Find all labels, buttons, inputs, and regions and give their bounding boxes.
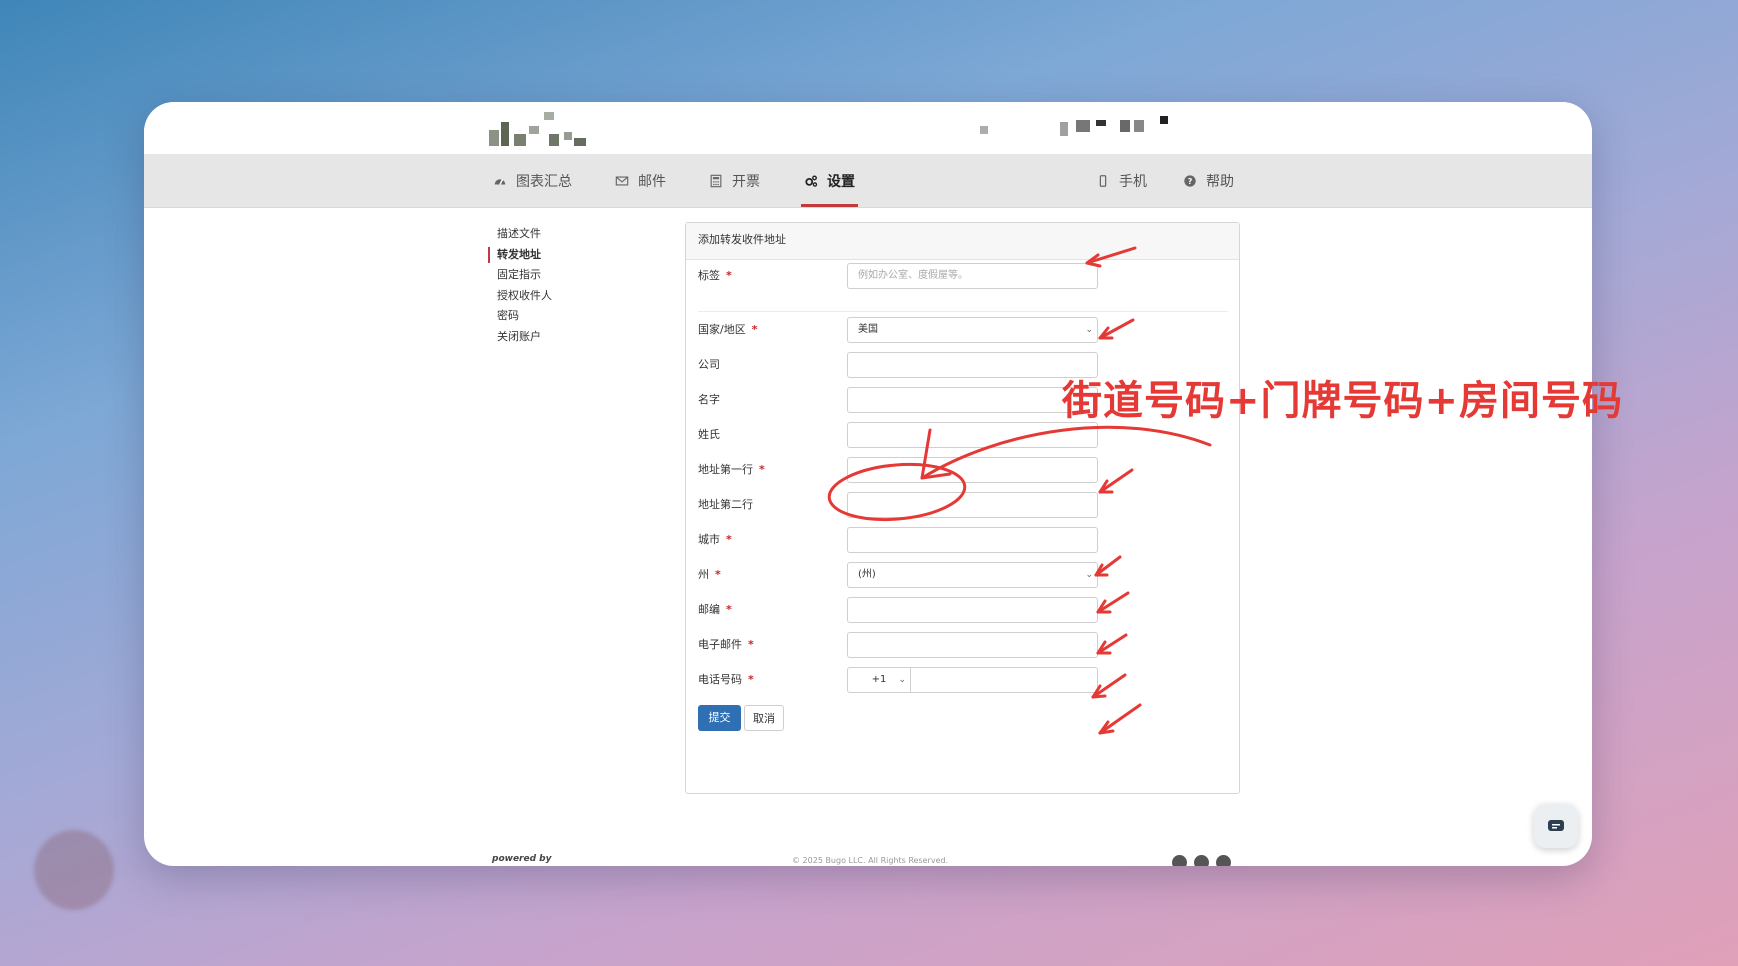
avatar — [34, 830, 114, 910]
field-label: 国家/地区 * — [698, 323, 758, 336]
sidebar-item-authorized-recipients[interactable]: 授权收件人 — [488, 286, 552, 307]
sidebar-item-standing-instructions[interactable]: 固定指示 — [488, 265, 552, 286]
address-line2-input[interactable] — [847, 492, 1098, 518]
form-row-city: 城市 * — [698, 527, 1228, 553]
nav-help[interactable]: ? 帮助 — [1183, 154, 1234, 207]
powered-by: powered by — [492, 854, 552, 864]
sidebar-item-forwarding-address[interactable]: 转发地址 — [488, 245, 552, 266]
chevron-down-icon: ⌄ — [1085, 325, 1093, 335]
settings-sidebar: 描述文件 转发地址 固定指示 授权收件人 密码 关闭账户 — [488, 224, 552, 347]
panel-title: 添加转发收件地址 — [686, 223, 1239, 260]
dashboard-icon — [494, 178, 506, 185]
nav-dashboard[interactable]: 图表汇总 — [493, 154, 572, 207]
nav-label: 图表汇总 — [516, 173, 572, 190]
brand-logo[interactable] — [489, 112, 604, 148]
chevron-down-icon: ⌄ — [898, 675, 906, 685]
nav-label: 帮助 — [1206, 173, 1234, 190]
phone-input[interactable] — [911, 668, 1097, 692]
country-select[interactable]: 美国 ⌄ — [847, 317, 1098, 343]
field-label: 名字 — [698, 393, 720, 406]
nav-label: 手机 — [1119, 173, 1147, 190]
form-row-address1: 地址第一行 * — [698, 457, 1228, 483]
browser-window: 图表汇总 邮件 开票 设置 手机 ? 帮助 描述文件 转发地址 固定指示 授权收… — [144, 102, 1592, 866]
field-label: 城市 * — [698, 533, 732, 546]
main-navbar: 图表汇总 邮件 开票 设置 手机 ? 帮助 — [144, 154, 1592, 208]
sidebar-item-close-account[interactable]: 关闭账户 — [488, 327, 552, 348]
facebook-icon[interactable] — [1172, 855, 1187, 866]
form-row-label: 标签 * 例如办公室、度假屋等。 — [698, 263, 1228, 289]
nav-mail[interactable]: 邮件 — [615, 154, 666, 207]
envelope-icon — [615, 175, 629, 186]
address-line1-input[interactable] — [847, 457, 1098, 483]
field-label: 姓氏 — [698, 428, 720, 441]
field-label: 地址第一行 * — [698, 463, 765, 476]
nav-settings[interactable]: 设置 — [801, 154, 858, 207]
field-label: 公司 — [698, 358, 720, 371]
chat-widget-button[interactable] — [1534, 804, 1578, 848]
mobile-icon — [1099, 174, 1107, 187]
account-info[interactable] — [980, 116, 1210, 140]
copyright: © 2025 Bugo LLC. All Rights Reserved. — [792, 856, 949, 865]
phone-group: +1 ⌄ — [847, 667, 1098, 693]
submit-button[interactable]: 提交 — [698, 705, 741, 731]
nav-billing[interactable]: 开票 — [709, 154, 760, 207]
form-row-state: 州 * (州) ⌄ — [698, 562, 1228, 588]
question-circle-icon: ? — [1184, 174, 1196, 187]
twitter-icon[interactable] — [1216, 855, 1231, 866]
cancel-button[interactable]: 取消 — [744, 705, 784, 731]
first-name-input[interactable] — [847, 387, 1098, 413]
chevron-down-icon: ⌄ — [1085, 570, 1093, 580]
city-input[interactable] — [847, 527, 1098, 553]
form-row-address2: 地址第二行 — [698, 492, 1228, 518]
instagram-icon[interactable] — [1194, 855, 1209, 866]
nav-label: 开票 — [732, 173, 760, 190]
gears-icon — [805, 174, 818, 187]
annotation-text: 街道号码+门牌号码+房间号码 — [1062, 378, 1624, 424]
country-code-select[interactable]: +1 ⌄ — [848, 668, 911, 692]
last-name-input[interactable] — [847, 422, 1098, 448]
calculator-icon — [710, 174, 722, 187]
field-label: 邮编 * — [698, 603, 732, 616]
field-label: 地址第二行 — [698, 498, 753, 511]
add-address-panel: 添加转发收件地址 标签 * 例如办公室、度假屋等。 国家/地区 * 美国 ⌄ 公司 名… — [685, 222, 1240, 794]
field-label: 电话号码 * — [698, 673, 754, 686]
field-label: 标签 * — [698, 269, 732, 282]
field-label: 州 * — [698, 568, 721, 581]
sidebar-item-profile[interactable]: 描述文件 — [488, 224, 552, 245]
form-divider — [698, 311, 1228, 312]
company-input[interactable] — [847, 352, 1098, 378]
form-row-phone: 电话号码 * +1 ⌄ — [698, 667, 1228, 693]
field-label: 电子邮件 * — [698, 638, 754, 651]
form-row-country: 国家/地区 * 美国 ⌄ — [698, 317, 1228, 343]
label-input[interactable]: 例如办公室、度假屋等。 — [847, 263, 1098, 289]
email-input[interactable] — [847, 632, 1098, 658]
form-row-email: 电子邮件 * — [698, 632, 1228, 658]
nav-label: 设置 — [827, 173, 855, 190]
top-header — [144, 102, 1592, 154]
zip-input[interactable] — [847, 597, 1098, 623]
chat-icon — [1548, 820, 1564, 831]
sidebar-item-password[interactable]: 密码 — [488, 306, 552, 327]
nav-mobile[interactable]: 手机 — [1096, 154, 1147, 207]
nav-label: 邮件 — [638, 173, 666, 190]
form-row-zip: 邮编 * — [698, 597, 1228, 623]
state-select[interactable]: (州) ⌄ — [847, 562, 1098, 588]
form-actions: 提交 取消 — [698, 705, 1228, 731]
svg-text:?: ? — [1188, 177, 1193, 186]
